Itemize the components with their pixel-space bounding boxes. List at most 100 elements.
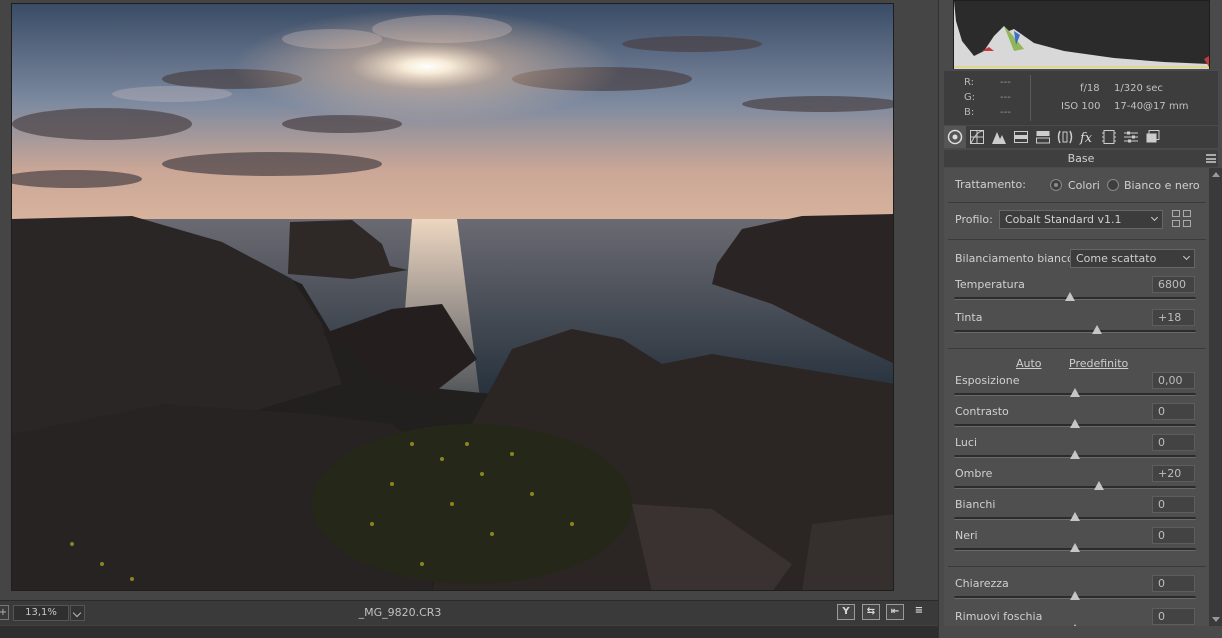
whites-label: Bianchi <box>955 498 996 511</box>
tint-slider-thumb[interactable] <box>1091 325 1102 334</box>
camera-raw-window: + 13,1% _MG_9820.CR3 Y ⇆ ⇤ ≡ R: --- G: -… <box>0 0 1222 638</box>
separator <box>948 348 1206 349</box>
shadows-value-field[interactable]: +20 <box>1152 465 1195 482</box>
highlights-slider-thumb[interactable] <box>1070 450 1080 459</box>
basic-controls: Trattamento: Colori Bianco e nero Profil… <box>944 168 1210 626</box>
contrast-value-field[interactable]: 0 <box>1152 403 1195 420</box>
exposure-slider[interactable] <box>954 388 1196 397</box>
exposure-label: Esposizione <box>955 374 1020 387</box>
separator <box>948 239 1206 240</box>
temperature-value-field[interactable]: 6800 <box>1152 276 1195 293</box>
white-balance-dropdown[interactable]: Come scattato <box>1070 249 1195 268</box>
dehaze-slider-thumb[interactable] <box>1070 624 1080 626</box>
tint-value-field[interactable]: +18 <box>1152 309 1195 326</box>
hsl-icon[interactable] <box>1013 129 1029 145</box>
b-label: B: <box>964 107 975 118</box>
b-value: --- <box>1000 107 1011 118</box>
effects-fx-icon[interactable]: fx <box>1079 129 1095 145</box>
copy-settings-button[interactable]: ⇤ <box>886 604 904 620</box>
section-header: Base <box>944 150 1218 167</box>
filename-label: _MG_9820.CR3 <box>358 606 442 619</box>
r-value: --- <box>1000 77 1011 88</box>
shadows-slider[interactable] <box>954 481 1196 490</box>
treatment-bw-radio[interactable] <box>1107 179 1119 191</box>
lens-value: 17-40@17 mm <box>1114 101 1189 112</box>
camera-calibration-icon[interactable] <box>1101 129 1117 145</box>
info-panel: R: --- G: --- B: --- f/18 1/320 sec ISO … <box>944 71 1218 125</box>
histogram-graph <box>954 1 1209 69</box>
contrast-slider-thumb[interactable] <box>1070 419 1080 428</box>
photo-preview[interactable] <box>11 3 894 591</box>
whites-value-field[interactable]: 0 <box>1152 496 1195 513</box>
scroll-down-icon[interactable] <box>1212 617 1220 622</box>
right-panel: R: --- G: --- B: --- f/18 1/320 sec ISO … <box>938 0 1222 638</box>
zoom-in-button[interactable]: + <box>0 605 9 620</box>
blacks-slider[interactable] <box>954 543 1196 552</box>
tint-slider[interactable] <box>954 325 1196 334</box>
zoom-level-field[interactable]: 13,1% <box>13 605 69 621</box>
whites-slider[interactable] <box>954 512 1196 521</box>
temperature-label: Temperatura <box>955 278 1025 291</box>
shadows-slider-thumb[interactable] <box>1094 481 1105 490</box>
section-menu-icon[interactable] <box>1206 154 1216 163</box>
chevron-down-icon <box>1182 252 1191 261</box>
shadows-label: Ombre <box>955 467 993 480</box>
blacks-slider-thumb[interactable] <box>1070 543 1080 552</box>
before-after-y-button[interactable]: Y <box>837 604 855 620</box>
clarity-slider-thumb[interactable] <box>1070 591 1080 600</box>
lens-corrections-icon[interactable] <box>1057 129 1073 145</box>
profile-label: Profilo: <box>955 213 993 226</box>
preview-settings-button[interactable]: ≡ <box>910 604 928 620</box>
exposure-slider-thumb[interactable] <box>1070 388 1080 397</box>
zoom-dropdown-button[interactable] <box>70 605 85 621</box>
contrast-slider[interactable] <box>954 419 1196 428</box>
separator <box>948 566 1206 567</box>
separator <box>948 202 1206 203</box>
treatment-color-label[interactable]: Colori <box>1068 179 1100 192</box>
split-toning-icon[interactable] <box>1035 129 1051 145</box>
contrast-label: Contrasto <box>955 405 1009 418</box>
clarity-slider[interactable] <box>954 591 1196 600</box>
clarity-value-field[interactable]: 0 <box>1152 575 1195 592</box>
profile-dropdown[interactable]: Cobalt Standard v1.1 <box>999 210 1163 229</box>
presets-icon[interactable] <box>1123 129 1139 145</box>
preview-toolbar: + 13,1% _MG_9820.CR3 Y ⇆ ⇤ ≡ <box>0 600 938 625</box>
aperture-icon[interactable] <box>947 129 963 145</box>
treatment-bw-label[interactable]: Bianco e nero <box>1124 179 1200 192</box>
temperature-slider[interactable] <box>954 292 1196 301</box>
status-strip <box>0 626 938 638</box>
preview-canvas[interactable] <box>0 0 938 600</box>
shutter-value: 1/320 sec <box>1114 83 1163 94</box>
whites-slider-thumb[interactable] <box>1070 512 1080 521</box>
white-balance-value: Come scattato <box>1076 252 1157 265</box>
histogram <box>953 0 1210 69</box>
panel-tabs: fx <box>944 126 1218 148</box>
highlights-slider[interactable] <box>954 450 1196 459</box>
photo-image <box>12 4 893 590</box>
temperature-slider-thumb[interactable] <box>1065 292 1076 301</box>
treatment-color-radio[interactable] <box>1050 179 1062 191</box>
auto-link[interactable]: Auto <box>1016 357 1042 370</box>
panel-scrollbar[interactable] <box>1209 168 1222 626</box>
clarity-label: Chiarezza <box>955 577 1009 590</box>
snapshots-icon[interactable] <box>1145 129 1161 145</box>
section-title: Base <box>1067 152 1095 165</box>
profile-browser-icon[interactable] <box>1172 210 1192 228</box>
highlights-value-field[interactable]: 0 <box>1152 434 1195 451</box>
exposure-value-field[interactable]: 0,00 <box>1152 372 1195 389</box>
scroll-up-icon[interactable] <box>1212 172 1220 177</box>
tone-curve-icon[interactable] <box>969 129 985 145</box>
profile-value: Cobalt Standard v1.1 <box>1005 213 1122 226</box>
iso-value: ISO 100 <box>1061 101 1101 112</box>
default-link[interactable]: Predefinito <box>1069 357 1128 370</box>
g-label: G: <box>964 92 976 103</box>
chevron-down-icon <box>1150 213 1159 222</box>
tint-label: Tinta <box>955 311 983 324</box>
white-balance-label: Bilanciamento bianco: <box>955 252 1078 265</box>
swap-before-after-button[interactable]: ⇆ <box>862 604 880 620</box>
treatment-label: Trattamento: <box>955 178 1026 191</box>
blacks-value-field[interactable]: 0 <box>1152 527 1195 544</box>
dehaze-value-field[interactable]: 0 <box>1152 608 1195 625</box>
highlights-label: Luci <box>955 436 978 449</box>
detail-icon[interactable] <box>991 129 1007 145</box>
